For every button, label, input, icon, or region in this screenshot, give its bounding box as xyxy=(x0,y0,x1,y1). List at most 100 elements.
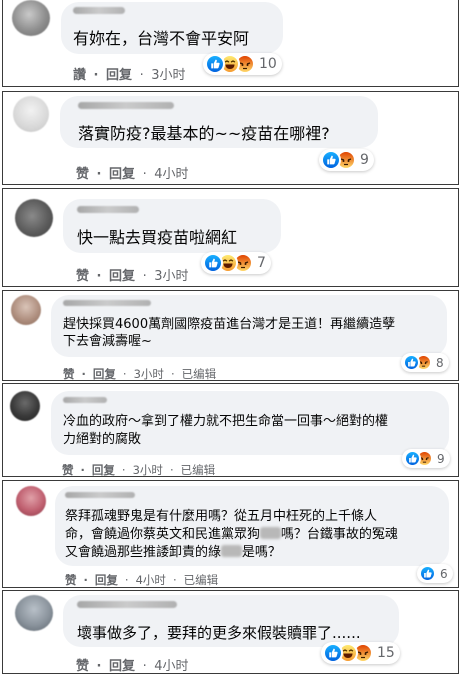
separator: · xyxy=(170,367,175,381)
author-name-blurred[interactable] xyxy=(65,492,135,498)
separator: · xyxy=(142,269,147,284)
comment-card: 有妳在，台灣不會平安阿 讚 · 回复 · 3小时 10 xyxy=(2,0,459,87)
author-name-blurred[interactable] xyxy=(77,206,139,213)
comment-bubble: 祭拜孤魂野鬼是有什麼用嗎？從五月中枉死的上千條人 命，會饒過你蔡英文和民進黨眾狗… xyxy=(55,486,449,566)
thumbs-up-icon xyxy=(404,450,421,467)
separator: · xyxy=(142,167,147,182)
timestamp[interactable]: 3小时 xyxy=(134,366,164,380)
edited-label: 已编辑 xyxy=(181,367,217,381)
comment-text: 冷血的政府～拿到了權力就不把生命當一回事～絕對的權 力絕對的腐敗 xyxy=(63,414,389,447)
comment-actions: 赞 · 回复 · 4小时 xyxy=(76,163,189,182)
reaction-count: 9 xyxy=(360,152,369,168)
comment-actions: 赞 · 回复 · 3小时 · 已编辑 xyxy=(63,366,217,381)
reactions-summary[interactable]: 9 xyxy=(402,449,450,468)
like-button[interactable]: 赞 xyxy=(63,366,75,380)
timestamp[interactable]: 3小时 xyxy=(154,265,188,284)
thumbs-up-icon xyxy=(403,354,420,371)
like-button[interactable]: 赞 xyxy=(62,462,74,476)
reply-button[interactable]: 回复 xyxy=(109,163,135,182)
comment-text: 快一點去買疫苗啦網紅 xyxy=(77,228,238,247)
reply-button[interactable]: 回复 xyxy=(95,572,118,587)
timestamp[interactable]: 4小时 xyxy=(136,572,166,587)
edited-label: 已编辑 xyxy=(180,463,216,477)
author-name-blurred[interactable] xyxy=(63,397,107,403)
comment-actions: 赞 · 回复 · 3小时 xyxy=(76,265,189,284)
reply-button[interactable]: 回复 xyxy=(93,366,116,380)
separator: · xyxy=(172,573,177,587)
comment-bubble: 落實防疫?最基本的~~疫苗在哪裡? xyxy=(60,96,378,148)
like-button[interactable]: 赞 xyxy=(76,265,89,284)
separator: · xyxy=(93,68,99,83)
separator: · xyxy=(81,367,86,381)
separator: · xyxy=(142,659,147,674)
comment-text: 祭拜孤魂野鬼是有什麼用嗎？從五月中枉死的上千條人 命，會饒過你蔡英文和民進黨眾狗… xyxy=(65,508,398,562)
avatar[interactable] xyxy=(15,595,53,631)
comment-card: 落實防疫?最基本的~~疫苗在哪裡? 赞 · 回复 · 4小时 9 xyxy=(2,91,459,185)
redacted-blur xyxy=(221,544,242,557)
comment-card: 快一點去買疫苗啦網紅 赞 · 回复 · 3小时 7 xyxy=(2,188,459,287)
reply-button[interactable]: 回复 xyxy=(109,265,135,284)
author-name-blurred[interactable] xyxy=(77,601,177,608)
comment-bubble: 有妳在，台灣不會平安阿 xyxy=(61,2,283,54)
separator: · xyxy=(96,269,102,284)
separator: · xyxy=(121,463,126,477)
comment-card: 冷血的政府～拿到了權力就不把生命當一回事～絕對的權 力絕對的腐敗 赞 · 回复 … xyxy=(2,383,459,477)
comment-bubble: 趕快採買4600萬劑國際疫苗進台灣才是王道！再繼續造孽 下去會減壽喔~ xyxy=(51,295,447,357)
reactions-summary[interactable]: 10 xyxy=(203,53,282,75)
comment-text-part: 是嗎？ xyxy=(241,545,281,560)
reactions-summary[interactable]: 8 xyxy=(401,353,449,372)
separator: · xyxy=(139,68,144,83)
comment-card: 壞事做多了，要拜的更多來假裝贖罪了...... 赞 · 回复 · 4小时 15 xyxy=(2,590,459,674)
author-name-blurred[interactable] xyxy=(63,300,151,306)
comment-card: 祭拜孤魂野鬼是有什麼用嗎？從五月中枉死的上千條人 命，會饒過你蔡英文和民進黨眾狗… xyxy=(2,480,459,588)
like-button[interactable]: 赞 xyxy=(76,163,89,182)
timestamp[interactable]: 4小时 xyxy=(154,655,188,673)
author-name-blurred[interactable] xyxy=(73,7,125,14)
thumbs-up-icon xyxy=(321,150,341,170)
author-name-blurred[interactable] xyxy=(78,102,174,109)
reaction-count: 10 xyxy=(259,56,277,72)
comment-text: 落實防疫?最基本的~~疫苗在哪裡? xyxy=(78,124,330,143)
comment-card: 趕快採買4600萬劑國際疫苗進台灣才是王道！再繼續造孽 下去會減壽喔~ 赞 · … xyxy=(2,290,459,381)
reactions-summary[interactable]: 15 xyxy=(321,642,400,664)
reply-button[interactable]: 回复 xyxy=(106,64,132,83)
avatar[interactable] xyxy=(12,0,50,36)
reply-button[interactable]: 回复 xyxy=(92,462,115,476)
reaction-count: 8 xyxy=(436,355,444,370)
reactions-summary[interactable]: 9 xyxy=(319,149,374,171)
reactions-summary[interactable]: 7 xyxy=(201,252,271,274)
timestamp[interactable]: 4小时 xyxy=(154,163,188,182)
separator: · xyxy=(96,659,102,674)
thumbs-up-icon xyxy=(205,54,225,74)
reactions-summary[interactable]: 6 xyxy=(417,564,453,583)
edited-label: 已编辑 xyxy=(183,573,219,587)
comment-text: 壞事做多了，要拜的更多來假裝贖罪了...... xyxy=(77,624,361,642)
comment-actions: 赞 · 回复 · 3小时 · 已编辑 xyxy=(62,462,216,477)
reply-button[interactable]: 回复 xyxy=(109,655,135,673)
thumbs-up-icon xyxy=(419,565,436,582)
comment-text: 趕快採買4600萬劑國際疫苗進台灣才是王道！再繼續造孽 下去會減壽喔~ xyxy=(63,317,396,349)
comment-actions: 讚 · 回复 · 3小时 xyxy=(73,64,186,83)
separator: · xyxy=(124,573,129,587)
timestamp[interactable]: 3小时 xyxy=(133,462,163,476)
like-button[interactable]: 赞 xyxy=(65,572,77,587)
thumbs-up-icon xyxy=(323,643,343,663)
avatar[interactable] xyxy=(11,295,41,325)
comment-actions: 赞 · 回复 · 4小时 xyxy=(76,655,189,674)
reaction-count: 9 xyxy=(437,451,445,466)
like-button[interactable]: 讚 xyxy=(73,64,86,83)
thumbs-up-icon xyxy=(203,253,223,273)
like-button[interactable]: 赞 xyxy=(76,655,89,673)
redacted-blur xyxy=(260,526,281,539)
separator: · xyxy=(122,367,127,381)
avatar[interactable] xyxy=(13,96,49,132)
separator: · xyxy=(169,463,174,477)
separator: · xyxy=(83,573,88,587)
separator: · xyxy=(80,463,85,477)
avatar[interactable] xyxy=(15,199,53,237)
reaction-count: 6 xyxy=(440,566,448,581)
comment-actions: 赞 · 回复 · 4小时 · 已编辑 xyxy=(65,572,219,587)
avatar[interactable] xyxy=(10,391,40,421)
timestamp[interactable]: 3小时 xyxy=(151,64,185,83)
avatar[interactable] xyxy=(16,486,46,516)
